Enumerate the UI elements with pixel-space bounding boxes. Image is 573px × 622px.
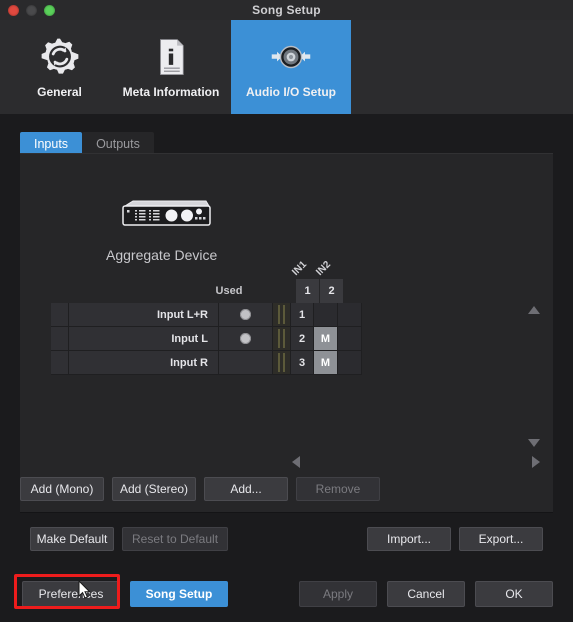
import-export-group: Import... Export... xyxy=(367,527,543,551)
reset-to-default-button[interactable]: Reset to Default xyxy=(122,527,228,551)
default-preset-button-row: Make Default Reset to Default Import... … xyxy=(30,527,543,551)
import-button[interactable]: Import... xyxy=(367,527,451,551)
channel-header-group: IN1 IN2 1 2 xyxy=(290,259,344,303)
toolbar: General Meta Information Audio I/O Setup xyxy=(0,20,573,114)
toolbar-item-general[interactable]: General xyxy=(8,20,111,114)
routing-cell-in2[interactable] xyxy=(338,351,362,374)
preferences-button[interactable]: Preferences xyxy=(22,581,120,607)
row-gutter xyxy=(51,351,69,374)
row-label: Input L+R xyxy=(69,303,219,326)
row-level-meter xyxy=(273,303,291,326)
export-button[interactable]: Export... xyxy=(459,527,543,551)
add-button[interactable]: Add... xyxy=(204,477,288,501)
table-row[interactable]: Input L+R 1 xyxy=(51,303,362,327)
io-routing-table: Used IN1 IN2 1 2 Input L+R 1 Input L 2 M… xyxy=(51,259,362,375)
toolbar-item-meta-information[interactable]: Meta Information xyxy=(111,20,231,114)
used-indicator-dot xyxy=(240,309,251,320)
scroll-right-arrow[interactable] xyxy=(532,456,540,468)
cancel-button[interactable]: Cancel xyxy=(387,581,465,607)
channel-number-2: 2 xyxy=(320,279,344,303)
add-mono-button[interactable]: Add (Mono) xyxy=(20,477,104,501)
song-setup-button[interactable]: Song Setup xyxy=(130,581,228,607)
routing-cell-in2[interactable] xyxy=(338,303,362,326)
row-level-meter xyxy=(273,327,291,350)
title-bar: Song Setup xyxy=(0,0,573,20)
row-number: 2 xyxy=(291,327,314,350)
toolbar-item-label: General xyxy=(37,84,82,99)
channel-label-in2: IN2 xyxy=(314,259,334,278)
used-column-header: Used xyxy=(215,285,243,297)
table-row[interactable]: Input L 2 M xyxy=(51,327,362,351)
channel-rotated-labels: IN1 IN2 xyxy=(290,257,344,279)
audio-io-icon xyxy=(270,36,312,78)
add-channel-button-row: Add (Mono) Add (Stereo) Add... Remove xyxy=(20,477,553,501)
row-number: 1 xyxy=(291,303,314,326)
bottom-right-group: Apply Cancel OK xyxy=(299,581,553,607)
window-controls xyxy=(8,5,55,16)
make-default-button[interactable]: Make Default xyxy=(30,527,114,551)
routing-cell-in1[interactable] xyxy=(314,303,338,326)
dialog-bottom-bar: Preferences Song Setup Apply Cancel OK xyxy=(0,570,573,622)
tab-inputs[interactable]: Inputs xyxy=(20,132,83,155)
tab-outputs[interactable]: Outputs xyxy=(82,132,154,155)
routing-cell-in1[interactable]: M xyxy=(314,327,338,350)
maximize-button[interactable] xyxy=(44,5,55,16)
close-button[interactable] xyxy=(8,5,19,16)
row-number: 3 xyxy=(291,351,314,374)
channel-number-1: 1 xyxy=(296,279,320,303)
row-gutter xyxy=(51,327,69,350)
row-used-cell[interactable] xyxy=(219,351,273,374)
row-used-cell[interactable] xyxy=(219,327,273,350)
gear-refresh-icon xyxy=(39,36,81,78)
remove-button[interactable]: Remove xyxy=(296,477,380,501)
table-header-row: Used IN1 IN2 1 2 xyxy=(51,259,362,303)
document-info-icon xyxy=(150,36,192,78)
device-name: Aggregate Device xyxy=(106,247,218,263)
song-setup-window: Song Setup General Meta Information Audi… xyxy=(0,0,573,622)
row-used-cell[interactable] xyxy=(219,303,273,326)
table-row[interactable]: Input R 3 M xyxy=(51,351,362,375)
audio-interface-icon xyxy=(120,199,213,229)
io-setup-panel: Aggregate Device Used IN1 IN2 1 2 Input … xyxy=(20,153,553,512)
ok-button[interactable]: OK xyxy=(475,581,553,607)
window-title: Song Setup xyxy=(252,3,321,17)
bottom-left-group: Preferences Song Setup xyxy=(22,581,228,607)
routing-cell-in2[interactable] xyxy=(338,327,362,350)
toolbar-item-audio-io-setup[interactable]: Audio I/O Setup xyxy=(231,20,351,114)
panel-divider xyxy=(20,512,553,513)
row-label: Input R xyxy=(69,351,219,374)
minimize-button[interactable] xyxy=(26,5,37,16)
scroll-down-arrow[interactable] xyxy=(528,439,540,447)
scroll-left-arrow[interactable] xyxy=(292,456,300,468)
used-indicator-dot xyxy=(240,357,251,368)
toolbar-item-label: Audio I/O Setup xyxy=(246,84,336,99)
toolbar-item-label: Meta Information xyxy=(122,84,220,99)
used-indicator-dot xyxy=(240,333,251,344)
routing-cell-in1[interactable]: M xyxy=(314,351,338,374)
row-label: Input L xyxy=(69,327,219,350)
tab-strip: Inputs Outputs xyxy=(20,130,553,155)
row-gutter xyxy=(51,303,69,326)
row-level-meter xyxy=(273,351,291,374)
scroll-up-arrow[interactable] xyxy=(528,306,540,314)
apply-button[interactable]: Apply xyxy=(299,581,377,607)
add-stereo-button[interactable]: Add (Stereo) xyxy=(112,477,196,501)
